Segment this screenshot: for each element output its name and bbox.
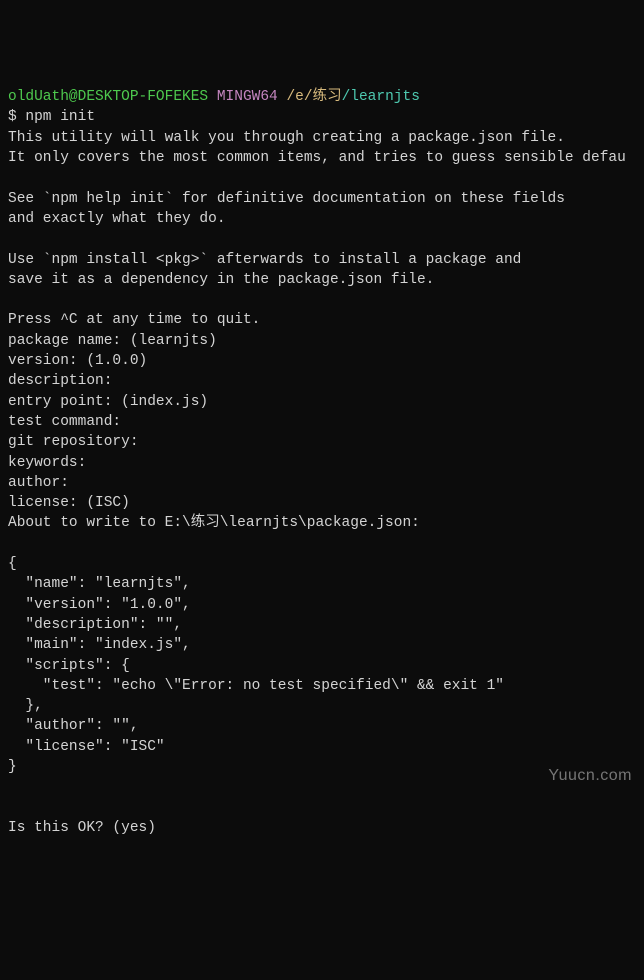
prompt-field: keywords: xyxy=(8,453,636,473)
json-line: } xyxy=(8,757,636,777)
json-line: "name": "learnjts", xyxy=(8,574,636,594)
blank-line xyxy=(8,229,636,249)
watermark: Yuucn.com xyxy=(548,765,632,787)
json-line: "scripts": { xyxy=(8,656,636,676)
json-line: "test": "echo \"Error: no test specified… xyxy=(8,676,636,696)
json-line: }, xyxy=(8,696,636,716)
prompt-field: entry point: (index.js) xyxy=(8,392,636,412)
output-line: See `npm help init` for definitive docum… xyxy=(8,189,636,209)
prompt-field: author: xyxy=(8,473,636,493)
output-line: About to write to E:\练习\learnjts\package… xyxy=(8,513,636,533)
prompt-path-sub: /learnjts xyxy=(342,89,420,105)
json-line: { xyxy=(8,554,636,574)
output-line: and exactly what they do. xyxy=(8,209,636,229)
output-line: This utility will walk you through creat… xyxy=(8,128,636,148)
blank-line xyxy=(8,290,636,310)
output-line: save it as a dependency in the package.j… xyxy=(8,270,636,290)
json-line: "version": "1.0.0", xyxy=(8,595,636,615)
json-line: "description": "", xyxy=(8,615,636,635)
prompt-shell: MINGW64 xyxy=(217,89,278,105)
prompt-field: version: (1.0.0) xyxy=(8,351,636,371)
output-line: Press ^C at any time to quit. xyxy=(8,310,636,330)
blank-line xyxy=(8,534,636,554)
blank-line xyxy=(8,168,636,188)
prompt-field: description: xyxy=(8,371,636,391)
command-text: npm init xyxy=(25,109,95,125)
json-line: "license": "ISC" xyxy=(8,737,636,757)
command-line: $ npm init xyxy=(8,107,636,127)
output-line: It only covers the most common items, an… xyxy=(8,148,636,168)
terminal-output[interactable]: oldUath@DESKTOP-FOFEKES MINGW64 /e/练习/le… xyxy=(8,87,636,838)
prompt-user: oldUath@DESKTOP-FOFEKES xyxy=(8,89,208,105)
blank-line xyxy=(8,777,636,797)
prompt-field: package name: (learnjts) xyxy=(8,331,636,351)
prompt-field: test command: xyxy=(8,412,636,432)
json-line: "author": "", xyxy=(8,716,636,736)
prompt-field: git repository: xyxy=(8,432,636,452)
json-line: "main": "index.js", xyxy=(8,635,636,655)
prompt-line: oldUath@DESKTOP-FOFEKES MINGW64 /e/练习/le… xyxy=(8,87,636,107)
prompt-symbol: $ xyxy=(8,109,17,125)
output-line: Use `npm install <pkg>` afterwards to in… xyxy=(8,250,636,270)
prompt-field: license: (ISC) xyxy=(8,493,636,513)
prompt-path-root: /e/练习 xyxy=(286,89,341,105)
confirm-prompt: Is this OK? (yes) xyxy=(8,818,636,838)
